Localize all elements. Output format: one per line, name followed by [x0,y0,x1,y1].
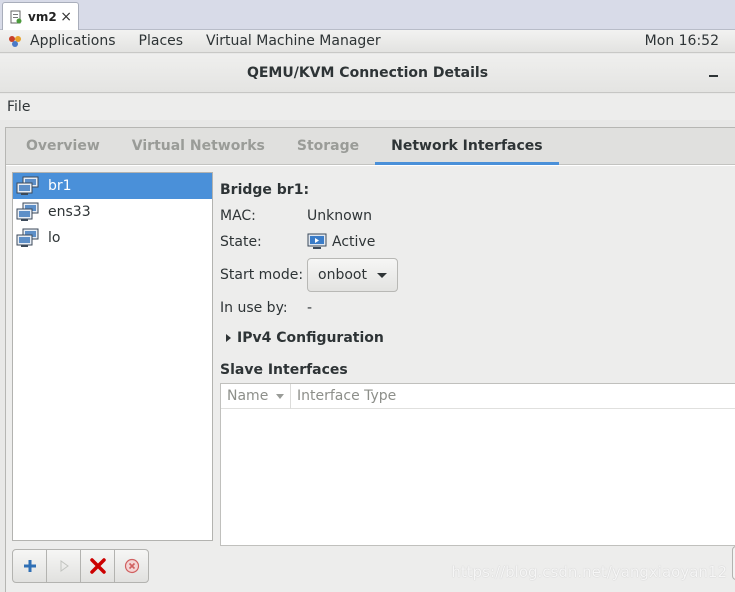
tab-virtual-networks[interactable]: Virtual Networks [116,128,281,165]
clock[interactable]: Mon 16:52 [645,33,719,49]
window-titlebar: QEMU/KVM Connection Details [0,54,735,93]
add-button[interactable] [12,549,47,583]
state-label: State: [220,234,262,250]
stop-button[interactable] [114,549,149,583]
watermark: https://blog.csdn.net/yangxiaoyan12 [451,563,727,581]
start-button[interactable] [46,549,81,583]
in-use-value: - [307,300,313,316]
start-mode-label: Start mode: [220,267,304,283]
stop-icon [124,558,139,574]
network-icon [16,228,39,247]
state-value: Active [332,234,376,250]
notebook: Overview Virtual Networks Storage Networ… [5,127,735,592]
browser-tab-strip: vm2 × [0,0,735,30]
column-name[interactable]: Name [221,383,291,409]
delete-button[interactable] [80,549,115,583]
details-heading: Bridge br1: [220,182,310,198]
document-icon [10,10,22,23]
column-name-label: Name [227,388,269,404]
window-title: QEMU/KVM Connection Details [246,65,489,81]
network-icon [16,202,39,221]
delete-icon [89,558,106,574]
menubar: File [0,94,735,120]
mac-value: Unknown [307,208,372,224]
interface-name: ens33 [48,204,91,220]
tab-bar: Overview Virtual Networks Storage Networ… [6,128,735,165]
file-menu[interactable]: File [7,99,30,115]
ipv4-expander[interactable]: IPv4 Configuration [226,330,384,346]
active-state-icon [307,233,327,249]
interface-list[interactable]: br1 ens33 lo [12,172,213,541]
interface-name: lo [48,230,61,246]
expander-arrow-icon [226,334,231,342]
in-use-label: In use by: [220,300,288,316]
play-icon [60,560,69,572]
list-item-ens33[interactable]: ens33 [13,199,212,225]
places-menu[interactable]: Places [139,33,184,49]
ipv4-label: IPv4 Configuration [237,330,384,346]
top-panel: Applications Places Virtual Machine Mana… [0,30,735,53]
tab-storage[interactable]: Storage [281,128,375,165]
mac-label: MAC: [220,208,256,224]
interface-name: br1 [48,178,72,194]
applications-icon [9,36,21,47]
close-icon[interactable]: × [60,10,72,24]
add-icon [23,560,36,572]
network-icon [16,176,39,195]
state-field: Active [307,233,375,251]
slave-interfaces-heading: Slave Interfaces [220,362,348,378]
details-panel: Bridge br1: MAC: Unknown State: Active S… [220,172,735,546]
tab-vm2[interactable]: vm2 × [2,2,79,30]
list-item-br1[interactable]: br1 [13,173,212,199]
column-interface-type[interactable]: Interface Type [291,388,396,404]
start-mode-value: onboot [318,267,367,283]
tab-overview[interactable]: Overview [6,128,116,165]
chevron-down-icon [376,272,387,278]
tab-content: br1 ens33 lo Bridge br1: MAC: Unknown St… [6,166,735,592]
table-header: Name Interface Type [221,383,735,409]
slave-interfaces-table[interactable]: Name Interface Type [220,383,735,546]
sort-arrow-icon [276,393,285,399]
list-item-lo[interactable]: lo [13,225,212,251]
applications-menu[interactable]: Applications [30,33,116,49]
vmm-menu[interactable]: Virtual Machine Manager [206,33,381,49]
tab-title: vm2 [28,9,57,24]
start-mode-combo[interactable]: onboot [307,258,398,292]
minimize-icon[interactable] [709,75,718,77]
interface-toolbar [12,549,149,583]
tab-network-interfaces[interactable]: Network Interfaces [375,128,559,165]
